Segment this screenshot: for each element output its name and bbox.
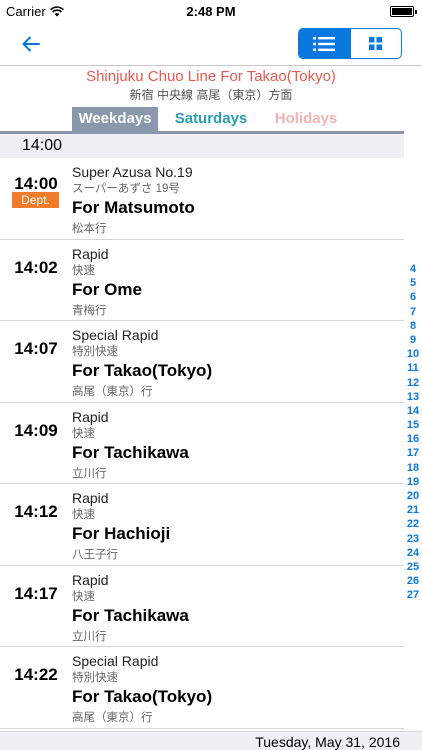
footer-date-bar: Tuesday, May 31, 2016 <box>0 731 422 750</box>
hour-index-item[interactable]: 9 <box>404 333 422 347</box>
destination: For Ome <box>72 279 142 299</box>
table-row[interactable]: 14:09 Rapid 快速 For Tachikawa 立川行 <box>0 403 404 484</box>
train-type: Special Rapid <box>72 327 159 343</box>
hour-index-item[interactable]: 4 <box>404 262 422 276</box>
train-type-jp: 快速 <box>72 264 95 277</box>
status-bar: Carrier 2:48 PM <box>0 0 422 22</box>
back-arrow-icon <box>22 36 40 52</box>
hour-index-item[interactable]: 5 <box>404 276 422 290</box>
list-icon <box>313 36 336 51</box>
hour-index-item[interactable]: 8 <box>404 319 422 333</box>
hour-index-item[interactable]: 22 <box>404 517 422 531</box>
table-row[interactable]: 14:12 Rapid 快速 For Hachioji 八王子行 <box>0 484 404 566</box>
table-row[interactable]: 14:02 Rapid 快速 For Ome 青梅行 <box>0 240 404 321</box>
hour-section-label: 14:00 <box>22 137 63 154</box>
departed-badge: Dept. <box>12 192 59 208</box>
train-type-jp: スーパーあずさ 19号 <box>72 183 180 195</box>
destination-jp: 八王子行 <box>72 549 118 561</box>
hour-index-item[interactable]: 24 <box>404 546 422 560</box>
hour-index-item[interactable]: 19 <box>404 475 422 489</box>
view-mode-toggle <box>298 28 402 59</box>
hour-index: 4 5 6 7 8 9 10 11 12 13 14 15 16 17 18 1… <box>404 262 422 603</box>
table-row[interactable]: 14:00 Dept. Super Azusa No.19 スーパーあずさ 19… <box>0 158 404 240</box>
tab-saturdays[interactable]: Saturdays <box>170 107 252 131</box>
departure-time: 14:12 <box>14 502 58 521</box>
destination: For Tachikawa <box>72 605 189 625</box>
hour-index-item[interactable]: 7 <box>404 305 422 319</box>
train-type: Rapid <box>72 245 109 262</box>
back-button[interactable] <box>16 30 46 58</box>
hour-index-item[interactable]: 17 <box>404 446 422 460</box>
tab-weekdays[interactable]: Weekdays <box>72 107 158 131</box>
departure-time: 14:07 <box>14 339 58 358</box>
status-time: 2:48 PM <box>186 4 236 19</box>
destination-jp: 青梅行 <box>72 304 107 317</box>
grid-icon <box>369 37 383 50</box>
hour-index-item[interactable]: 13 <box>404 390 422 404</box>
hour-index-item[interactable]: 14 <box>404 404 422 418</box>
day-tabs: Weekdays Saturdays Holidays <box>0 107 422 131</box>
train-type-jp: 快速 <box>72 590 95 603</box>
train-type: Rapid <box>72 490 109 506</box>
train-type-jp: 特別快速 <box>72 672 118 684</box>
destination-jp: 高尾（東京）行 <box>72 386 153 398</box>
train-type: Rapid <box>72 571 109 588</box>
destination: For Takao(Tokyo) <box>72 687 213 706</box>
destination: For Hachioji <box>72 524 171 543</box>
destination: For Takao(Tokyo) <box>72 361 213 380</box>
line-subtitle: 新宿 中央線 高尾（東京）方面 <box>129 88 293 102</box>
destination: For Tachikawa <box>72 442 189 462</box>
destination-jp: 松本行 <box>72 223 107 235</box>
nav-bar <box>0 22 422 66</box>
departure-time: 14:02 <box>14 257 58 277</box>
destination-jp: 立川行 <box>72 467 107 480</box>
table-row[interactable]: 14:22 Special Rapid 特別快速 For Takao(Tokyo… <box>0 647 404 729</box>
hour-index-item[interactable]: 12 <box>404 376 422 390</box>
grid-view-button[interactable] <box>349 29 402 58</box>
hour-index-item[interactable]: 25 <box>404 560 422 574</box>
train-type: Special Rapid <box>72 653 159 669</box>
hour-index-item[interactable]: 16 <box>404 432 422 446</box>
hour-index-item[interactable]: 15 <box>404 418 422 432</box>
hour-index-item[interactable]: 26 <box>404 574 422 588</box>
train-type: Rapid <box>72 408 109 425</box>
hour-index-item[interactable]: 10 <box>404 347 422 361</box>
list-view-button[interactable] <box>299 29 350 58</box>
train-type: Super Azusa No.19 <box>72 164 193 180</box>
hour-index-item[interactable]: 23 <box>404 532 422 546</box>
table-row[interactable]: 14:07 Special Rapid 特別快速 For Takao(Tokyo… <box>0 321 404 403</box>
hour-index-item[interactable]: 11 <box>404 361 422 375</box>
train-type-jp: 特別快速 <box>72 346 118 358</box>
train-type-jp: 快速 <box>72 509 95 521</box>
departure-time: 14:22 <box>14 665 58 684</box>
hour-section-header: 14:00 <box>0 134 404 158</box>
departure-time: 14:17 <box>14 583 58 603</box>
train-type-jp: 快速 <box>72 427 95 440</box>
battery-icon <box>390 6 417 17</box>
hour-index-item[interactable]: 27 <box>404 588 422 602</box>
departure-time: 14:09 <box>14 420 58 440</box>
table-row[interactable]: 14:17 Rapid 快速 For Tachikawa 立川行 <box>0 566 404 647</box>
timetable-list: 14:00 Dept. Super Azusa No.19 スーパーあずさ 19… <box>0 158 404 729</box>
hour-index-item[interactable]: 20 <box>404 489 422 503</box>
hour-index-item[interactable]: 18 <box>404 461 422 475</box>
destination-jp: 高尾（東京）行 <box>72 712 153 724</box>
destination: For Matsumoto <box>72 198 195 217</box>
line-title: Shinjuku Chuo Line For Takao(Tokyo) <box>86 68 336 85</box>
departure-time: 14:00 <box>14 174 58 193</box>
hour-index-item[interactable]: 6 <box>404 290 422 304</box>
current-date: Tuesday, May 31, 2016 <box>255 734 400 750</box>
destination-jp: 立川行 <box>72 630 107 643</box>
tab-holidays[interactable]: Holidays <box>270 107 342 131</box>
hour-index-item[interactable]: 21 <box>404 503 422 517</box>
